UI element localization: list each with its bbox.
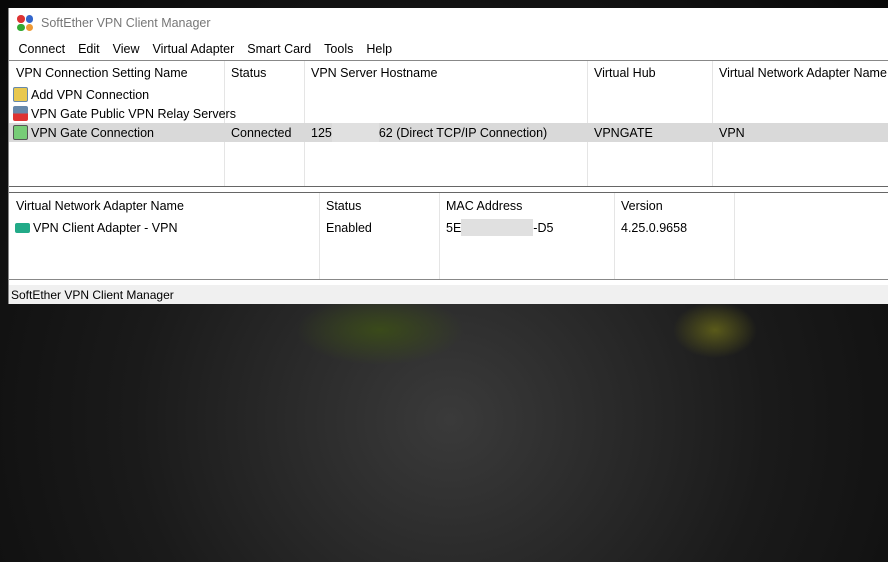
redacted-block [461,219,534,236]
connection-list-header: VPN Connection Setting Name Status VPN S… [9,63,888,82]
mac-prefix: 5E [446,220,462,235]
network-adapter-icon [15,222,30,233]
add-connection-icon [13,87,28,102]
adapter-version: 4.25.0.9658 [621,220,688,235]
item-status: Connected [231,125,292,140]
item-adapter: VPN [719,125,745,140]
item-hub: VPNGATE [594,125,653,140]
menu-bar: Connect Edit View Virtual Adapter Smart … [9,38,888,60]
hostname-prefix: 125 [311,125,332,140]
menu-virtual-adapter[interactable]: Virtual Adapter [146,42,241,56]
adapter-status: Enabled [326,220,372,235]
main-window: SoftEther VPN Client Manager Connect Edi… [8,8,888,304]
menu-help[interactable]: Help [360,42,399,56]
header-mac[interactable]: MAC Address [446,199,522,213]
list-item-vpn-gate-relay[interactable]: VPN Gate Public VPN Relay Servers [9,104,888,123]
header-adapter-name[interactable]: Virtual Network Adapter Name [16,199,184,213]
header-hostname[interactable]: VPN Server Hostname [311,66,437,80]
header-virtual-hub[interactable]: Virtual Hub [594,66,656,80]
item-name: Add VPN Connection [31,87,150,102]
list-item-adapter[interactable]: VPN Client Adapter - VPN Enabled 5E -D5 4… [9,218,888,237]
mac-suffix: -D5 [533,220,554,235]
menu-smart-card[interactable]: Smart Card [241,42,318,56]
header-setting-name[interactable]: VPN Connection Setting Name [16,66,188,80]
connection-icon [13,125,28,140]
header-adapter-name[interactable]: Virtual Network Adapter Name [719,66,887,80]
menu-tools[interactable]: Tools [318,42,360,56]
list-item-add-connection[interactable]: Add VPN Connection [9,85,888,104]
redacted-block [331,123,379,142]
header-version[interactable]: Version [621,199,663,213]
header-status[interactable]: Status [231,66,266,80]
status-text: SoftEther VPN Client Manager [11,287,174,302]
header-status[interactable]: Status [326,199,361,213]
menu-edit[interactable]: Edit [72,42,107,56]
adapter-list-header: Virtual Network Adapter Name Status MAC … [9,196,888,215]
app-icon [17,15,33,31]
vpn-gate-icon [13,106,28,121]
item-name: VPN Gate Public VPN Relay Servers [31,106,236,121]
menu-view[interactable]: View [106,42,146,56]
connection-list[interactable]: VPN Connection Setting Name Status VPN S… [9,60,888,187]
status-bar: SoftEther VPN Client Manager [9,285,888,304]
adapter-list[interactable]: Virtual Network Adapter Name Status MAC … [9,192,888,280]
hostname-suffix: 62 (Direct TCP/IP Connection) [378,125,548,140]
title-bar: SoftEther VPN Client Manager [9,8,888,38]
window-title: SoftEther VPN Client Manager [41,16,211,30]
adapter-name: VPN Client Adapter - VPN [33,220,178,235]
list-item-vpn-gate-connection[interactable]: VPN Gate Connection Connected 125 62 (Dir… [9,123,888,142]
menu-connect[interactable]: Connect [12,42,72,56]
item-name: VPN Gate Connection [31,125,154,140]
